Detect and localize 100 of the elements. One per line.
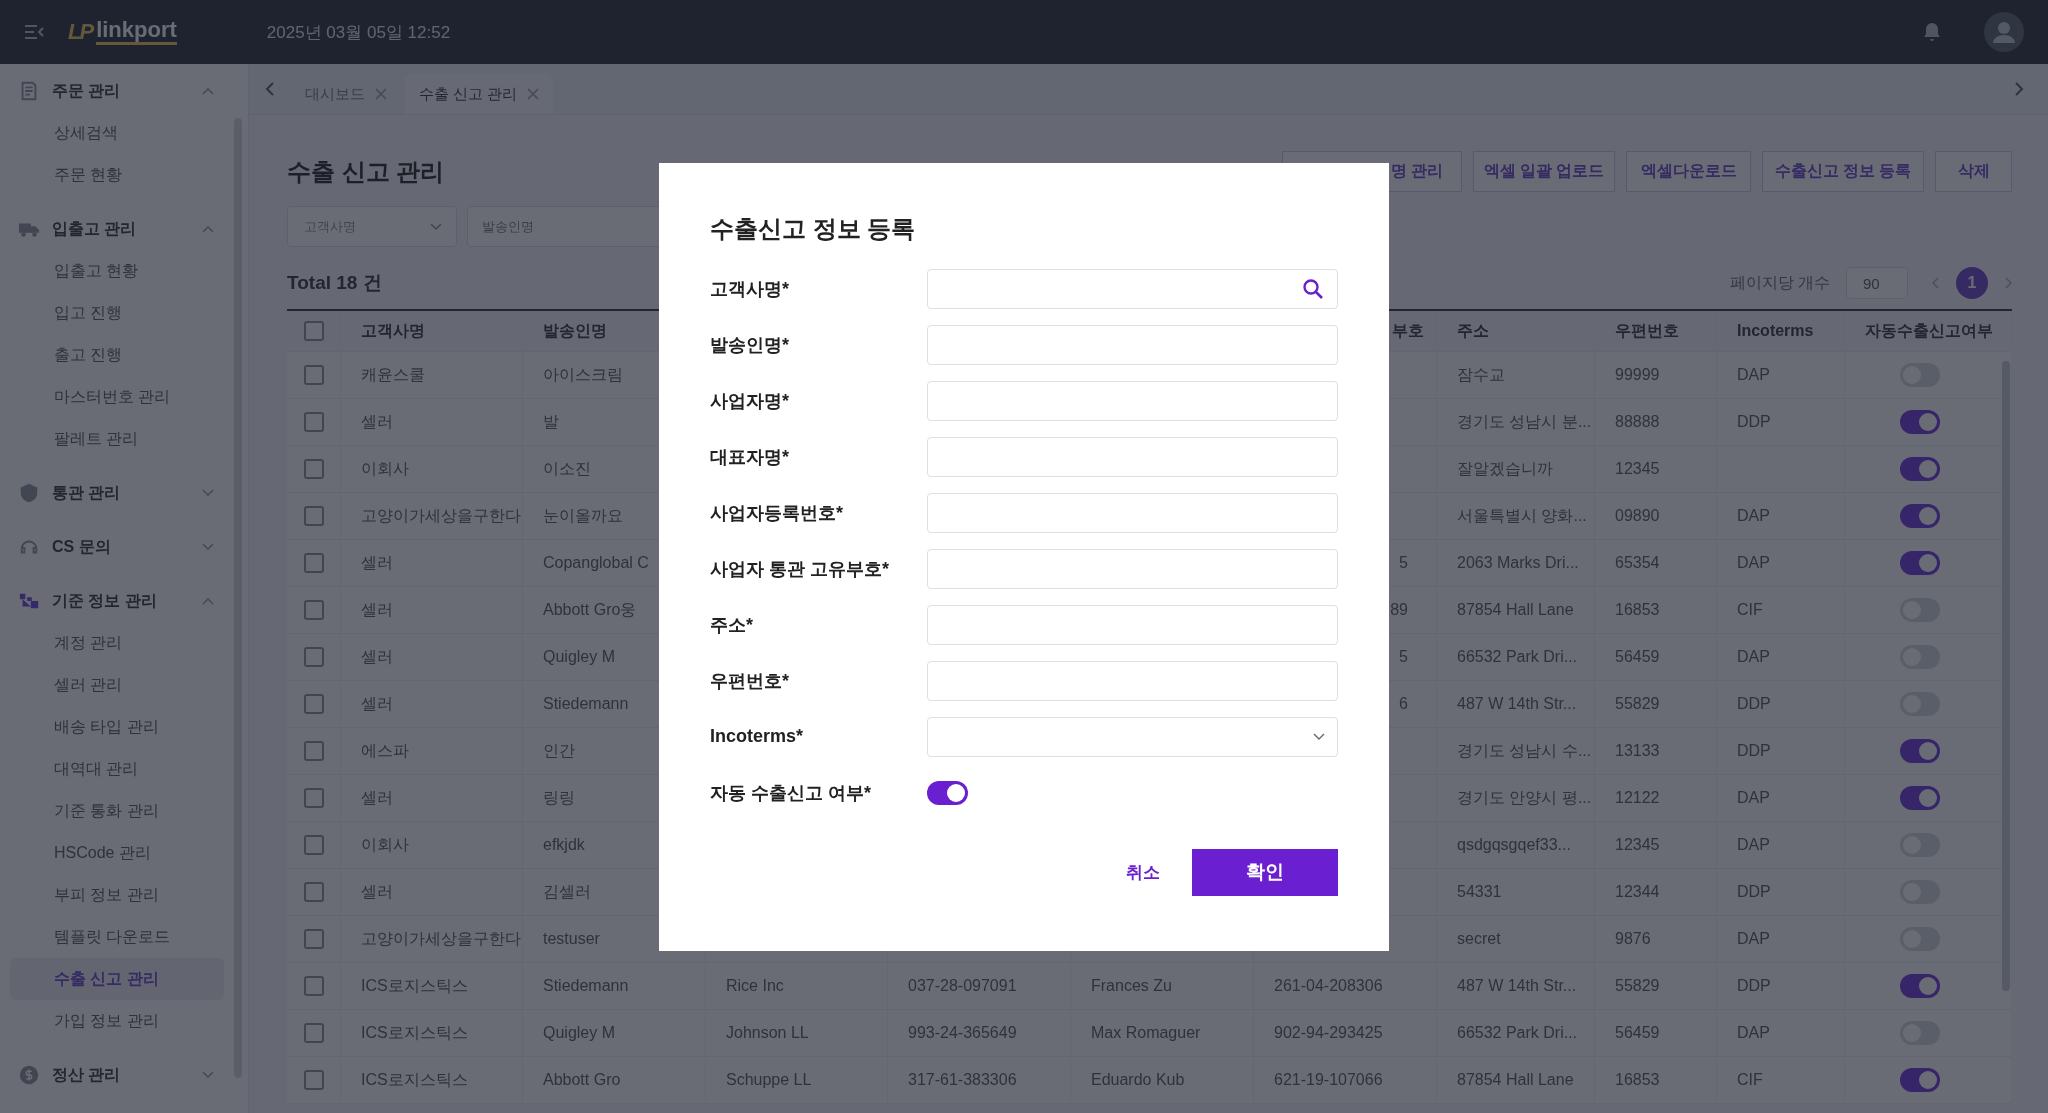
cancel-button[interactable]: 취소 [1120,856,1166,888]
search-icon[interactable] [1301,276,1325,301]
sidebar-item[interactable]: 주문 현황 [10,154,224,196]
sidebar-item[interactable]: 출고 진행 [10,334,224,376]
toggle-switch[interactable] [1900,457,1940,481]
chevron-right-icon[interactable] [2004,277,2012,289]
logo-mark: LP [68,19,93,45]
checkbox[interactable] [303,506,324,526]
sidebar-item[interactable]: 입출고 현황 [10,250,224,292]
sidebar-item[interactable]: HSCode 관리 [10,832,224,874]
checkbox[interactable] [303,412,324,432]
logo-name: linkport [96,19,177,45]
table-cell-text: 셀러 [361,646,393,667]
checkbox[interactable] [303,1070,324,1090]
confirm-button[interactable]: 확인 [1192,848,1338,896]
tab[interactable]: 수출 신고 관리 [405,74,554,114]
checkbox[interactable] [303,929,324,949]
input-field[interactable] [927,492,1338,533]
sidebar-section[interactable]: 기준 정보 관리 [10,580,224,622]
checkbox[interactable] [303,882,324,902]
checkbox[interactable] [303,647,324,667]
table-cell-text: 발 [543,411,559,432]
toggle-switch[interactable] [1900,739,1940,763]
table-cell-text: 셀러 [361,787,393,808]
chevron-left-icon[interactable] [265,82,275,96]
checkbox[interactable] [303,1023,324,1043]
sidebar-item[interactable]: 템플릿 다운로드 [10,916,224,958]
table-cell-text: 셀러 [361,693,393,714]
action-button[interactable]: 삭제 [1935,151,2012,192]
sidebar-section[interactable]: CS 문의 [10,526,224,568]
toggle-switch[interactable] [1900,410,1940,434]
input-field[interactable] [927,436,1338,477]
table-cell: Rice Inc [726,977,784,995]
action-button[interactable]: 수출신고 정보 등록 [1762,151,1924,192]
table-cell: 487 W 14th Str... [1457,695,1577,713]
sidebar-item[interactable]: 상세검색 [10,112,224,154]
table-cell-text: 셀러 [361,881,393,902]
action-button[interactable]: 엑셀다운로드 [1626,151,1751,192]
column-header: 발송인명 [543,320,607,341]
user-avatar-icon[interactable] [1984,12,2024,52]
field-label: 사업자명* [710,389,790,413]
checkbox[interactable] [303,976,324,996]
sidebar-item[interactable]: 계정 관리 [10,622,224,664]
select-field[interactable] [927,716,1338,757]
search-field[interactable] [927,268,1338,309]
table-cell: DDP [1737,883,1771,901]
table-cell: 87854 Hall Lane [1457,1071,1574,1089]
input-field[interactable] [927,380,1338,421]
sidebar-item[interactable]: 부피 정보 관리 [10,874,224,916]
input-field[interactable] [927,604,1338,645]
sidebar-section[interactable]: 정산 관리 [10,1054,224,1096]
chevron-left-icon[interactable] [1932,277,1940,289]
chevron-right-icon[interactable] [2014,82,2024,96]
toggle-switch[interactable] [1900,974,1940,998]
checkbox[interactable] [303,553,324,573]
table-cell: DAP [1737,648,1770,666]
table-cell: CIF [1737,601,1763,619]
sidebar-section[interactable]: 통관 관리 [10,472,224,514]
action-button[interactable]: 엑셀 일괄 업로드 [1473,151,1615,192]
checkbox[interactable] [303,365,324,385]
sidebar-item[interactable]: 입고 진행 [10,292,224,334]
input-field[interactable] [927,324,1338,365]
sidebar-item[interactable]: 수출 신고 관리 [10,958,224,1000]
input-field[interactable] [927,660,1338,701]
toggle-switch[interactable] [1900,551,1940,575]
checkbox[interactable] [303,788,324,808]
toggle-switch[interactable] [1900,786,1940,810]
table-cell: 12122 [1615,789,1660,807]
toggle-switch[interactable] [927,780,968,805]
toggle-switch[interactable] [1900,1068,1940,1092]
table-cell: 261-04-208306 [1274,977,1383,995]
table-cell-text: 링링 [543,787,575,808]
sidebar-item[interactable]: 가입 정보 관리 [10,1000,224,1042]
sidebar-item[interactable]: 마스터번호 관리 [10,376,224,418]
table-cell: DAP [1737,554,1770,572]
sidebar-item[interactable]: 셀러 관리 [10,664,224,706]
sidebar-item[interactable]: 기준 통화 관리 [10,790,224,832]
sidebar-section[interactable]: 입출고 관리 [10,208,224,250]
checkbox[interactable] [303,321,324,341]
table-cell: DAP [1737,836,1770,854]
toggle-switch[interactable] [1900,504,1940,528]
checkbox[interactable] [303,459,324,479]
table-cell: DAP [1737,1024,1770,1042]
sidebar-item[interactable]: 팔레트 관리 [10,418,224,460]
table-cell: 12345 [1615,460,1660,478]
checkbox[interactable] [303,741,324,761]
checkbox[interactable] [303,600,324,620]
close-icon[interactable] [527,88,540,100]
sidebar-section[interactable]: 주문 관리 [10,70,224,112]
sidebar-item[interactable]: 배송 타입 관리 [10,706,224,748]
input-field[interactable] [927,548,1338,589]
table-cell: testuser [543,930,600,948]
sidebar-item[interactable]: 대역대 관리 [10,748,224,790]
close-icon[interactable] [375,88,387,100]
page-number[interactable]: 1 [1956,267,1988,299]
checkbox[interactable] [303,694,324,714]
table-cell: DDP [1737,695,1771,713]
table-cell: 487 W 14th Str... [1457,977,1577,995]
checkbox[interactable] [303,835,324,855]
page-size-field[interactable]: 90 [1846,267,1908,299]
